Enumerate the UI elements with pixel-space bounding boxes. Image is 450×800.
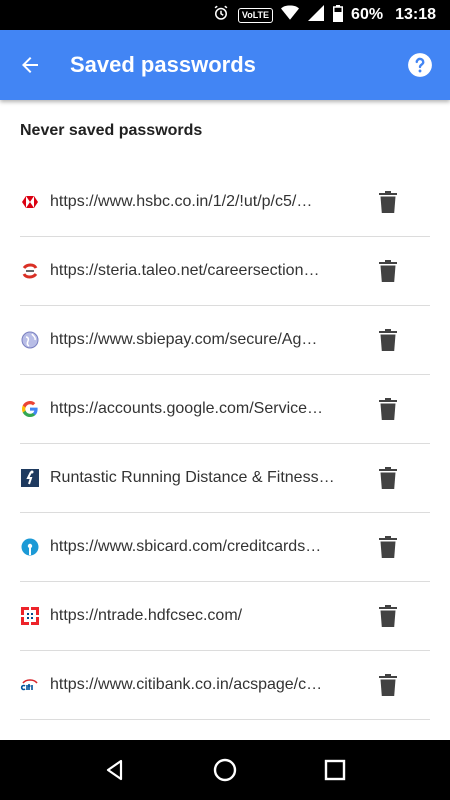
- list-item[interactable]: https://www.citibank.co.in/acspage/c…: [20, 651, 430, 720]
- trash-icon: [379, 674, 397, 696]
- nav-back-button[interactable]: [90, 745, 140, 795]
- delete-button[interactable]: [368, 596, 408, 636]
- trash-icon: [379, 536, 397, 558]
- trash-icon: [379, 260, 397, 282]
- back-button[interactable]: [0, 30, 60, 100]
- trash-icon: [379, 605, 397, 627]
- clock: 13:18: [395, 6, 436, 23]
- status-icons: VoLTE 60% 13:18: [212, 0, 436, 30]
- entry-url: Runtastic Running Distance & Fitness…: [50, 469, 335, 486]
- help-icon: [408, 53, 432, 77]
- list-item[interactable]: https://accounts.google.com/Service…: [20, 375, 430, 444]
- nav-back-icon: [106, 759, 123, 781]
- volte-badge: VoLTE: [237, 7, 274, 23]
- section-title: Never saved passwords: [20, 122, 203, 139]
- nav-recents-button[interactable]: [310, 745, 360, 795]
- entry-url: https://accounts.google.com/Service…: [50, 400, 324, 417]
- delete-button[interactable]: [368, 251, 408, 291]
- entry-url: https://ntrade.hdfcsec.com/: [50, 607, 243, 624]
- runtastic-favicon: [20, 468, 40, 488]
- never-saved-list: https://www.hsbc.co.in/1/2/!ut/p/c5/… ht…: [20, 168, 430, 720]
- content-area: Never saved passwords https://www.hsbc.c…: [0, 100, 450, 740]
- navigation-bar: [0, 740, 450, 800]
- taleo-favicon: [20, 261, 40, 281]
- delete-button[interactable]: [368, 182, 408, 222]
- app-bar: Saved passwords: [0, 30, 450, 100]
- list-item[interactable]: https://www.sbicard.com/creditcards…: [20, 513, 430, 582]
- signal-icon: [307, 5, 325, 25]
- battery-level: 60%: [351, 6, 384, 23]
- trash-icon: [379, 191, 397, 213]
- delete-button[interactable]: [368, 389, 408, 429]
- delete-button[interactable]: [368, 458, 408, 498]
- alarm-icon: [212, 4, 230, 26]
- list-item[interactable]: Runtastic Running Distance & Fitness…: [20, 444, 430, 513]
- nav-recents-icon: [324, 759, 346, 781]
- arrow-back-icon: [22, 57, 38, 73]
- globe-favicon: [20, 330, 40, 350]
- list-item[interactable]: https://www.hsbc.co.in/1/2/!ut/p/c5/…: [20, 168, 430, 237]
- page-title: Saved passwords: [70, 52, 256, 77]
- entry-url: https://www.citibank.co.in/acspage/c…: [50, 676, 323, 693]
- citi-favicon: [20, 675, 40, 695]
- nav-home-button[interactable]: [200, 745, 250, 795]
- hsbc-favicon: [20, 192, 40, 212]
- trash-icon: [379, 398, 397, 420]
- list-item[interactable]: https://steria.taleo.net/careersection…: [20, 237, 430, 306]
- entry-url: https://www.sbicard.com/creditcards…: [50, 538, 322, 555]
- nav-home-icon: [213, 758, 237, 782]
- entry-url: https://www.sbiepay.com/secure/Ag…: [50, 331, 318, 348]
- list-item[interactable]: https://ntrade.hdfcsec.com/: [20, 582, 430, 651]
- entry-url: https://www.hsbc.co.in/1/2/!ut/p/c5/…: [50, 193, 313, 210]
- trash-icon: [379, 467, 397, 489]
- delete-button[interactable]: [368, 665, 408, 705]
- list-item[interactable]: https://www.sbiepay.com/secure/Ag…: [20, 306, 430, 375]
- delete-button[interactable]: [368, 527, 408, 567]
- entry-url: https://steria.taleo.net/careersection…: [50, 262, 320, 279]
- trash-icon: [379, 329, 397, 351]
- hdfc-favicon: [20, 606, 40, 626]
- battery-icon: [333, 4, 344, 26]
- wifi-icon: [281, 5, 300, 25]
- delete-button[interactable]: [368, 320, 408, 360]
- sbi-favicon: [20, 537, 40, 557]
- google-favicon: [20, 399, 40, 419]
- status-bar: VoLTE 60% 13:18: [0, 0, 450, 30]
- help-button[interactable]: [390, 30, 450, 100]
